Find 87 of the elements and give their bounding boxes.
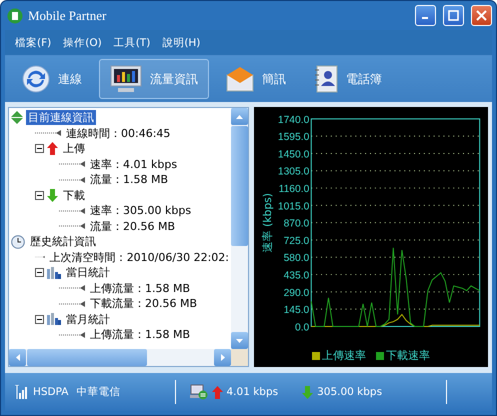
clock-icon (11, 234, 25, 249)
connector-icon (35, 254, 45, 260)
right-caret-icon (220, 354, 224, 361)
toolbar-tab[interactable]: 簡訊 (215, 59, 297, 99)
collapse-icon[interactable] (35, 314, 44, 324)
connector-icon (59, 208, 85, 214)
tree-item[interactable]: 目前連線資訊 (26, 110, 96, 126)
contact-book-icon (314, 65, 338, 93)
axis-tick-label: 0.0 (295, 322, 310, 334)
axis-tick-label: 1740.0 (278, 114, 310, 126)
tree-item[interactable]: 下載 (61, 188, 87, 203)
axis-tick-label: 725.0 (284, 236, 310, 247)
up-arrow-icon (212, 386, 222, 398)
axis-tick-label: 435.0 (284, 270, 310, 282)
scrollbar-thumb[interactable] (27, 349, 147, 366)
tree-item[interactable]: 上傳流量：1.58 MB (88, 327, 192, 342)
up-caret-icon (236, 114, 243, 118)
axis-tick-label: 1450.0 (278, 149, 310, 160)
close-icon (476, 10, 487, 21)
diamond-arrows-icon (11, 111, 23, 124)
app-logo-icon (7, 8, 23, 24)
tree-item[interactable]: 歷史統計資訊 (28, 234, 98, 250)
minimize-button[interactable] (415, 5, 436, 26)
scroll-right-button[interactable] (214, 349, 231, 366)
tree-item[interactable]: 上次清空時間：2010/06/30 22:02: (48, 250, 231, 265)
scrollbar-corner (231, 349, 248, 366)
down-arrow-icon (302, 386, 314, 398)
carrier-name: 中華電信 (76, 385, 120, 399)
network-type: HSDPA (33, 386, 68, 398)
axis-tick-label: 1305.0 (278, 166, 310, 178)
axis-tick-label: 1160.0 (278, 184, 310, 195)
toolbar-tab[interactable]: 連線 (11, 59, 93, 99)
collapse-icon[interactable] (35, 190, 44, 200)
connector-icon (59, 300, 85, 307)
axis-tick-label: 870.0 (284, 218, 310, 230)
axis-tick-label: 290.0 (284, 288, 310, 299)
bar-chart-icon (47, 266, 61, 279)
connector-icon (59, 176, 85, 183)
tree-item[interactable]: 下載流量：20.56 MB (88, 296, 200, 312)
menu-item[interactable]: 檔案(F) (15, 36, 52, 50)
scroll-down-button[interactable] (231, 332, 248, 349)
menu-item[interactable]: 說明(H) (162, 36, 200, 50)
down-caret-icon (236, 338, 243, 342)
collapse-icon[interactable] (35, 144, 44, 154)
menu-item[interactable]: 操作(O) (63, 36, 102, 50)
tree-item[interactable]: 流量：20.56 MB (88, 218, 178, 234)
connector-icon (59, 161, 85, 168)
connector-icon (59, 332, 85, 338)
connector-icon (59, 285, 85, 292)
scroll-up-button[interactable] (231, 108, 248, 125)
legend-label: 下載速率 (386, 348, 430, 363)
tree-item[interactable]: 當月統計 (64, 312, 112, 327)
refresh-icon (22, 65, 50, 93)
signal-strength-icon (15, 385, 29, 399)
upload-speed: 4.01 kbps (226, 386, 278, 398)
scroll-left-button[interactable] (9, 349, 26, 366)
collapse-icon[interactable] (35, 268, 44, 278)
tree-item[interactable]: 上傳流量：1.58 MB (88, 280, 192, 296)
maximize-button[interactable] (443, 5, 464, 26)
connector-icon (59, 223, 85, 230)
toolbar-tab[interactable]: 電話簿 (303, 59, 393, 99)
up-arrow-icon (47, 142, 58, 156)
scrollbar-thumb[interactable] (231, 126, 248, 246)
envelope-icon (226, 66, 254, 92)
bar-chart-icon (47, 313, 61, 326)
down-arrow-icon (47, 188, 58, 202)
tree-item[interactable]: 當日統計 (64, 265, 112, 280)
tree-item[interactable]: 速率：4.01 kbps (88, 156, 180, 172)
window-title: Mobile Partner (28, 8, 108, 24)
axis-tick-label: 580.0 (284, 253, 310, 264)
left-caret-icon (16, 354, 20, 361)
monitor-chart-icon (110, 65, 142, 93)
tree-item[interactable]: 連線時間：00:46:45 (64, 126, 172, 141)
axis-tick-label: 145.0 (284, 305, 310, 316)
menu-item[interactable]: 工具(T) (114, 36, 150, 50)
computer-icon (190, 384, 208, 400)
download-speed: 305.00 kbps (317, 386, 382, 398)
axis-tick-label: 1015.0 (278, 201, 310, 212)
axis-title: 速率 (kbps) (261, 193, 274, 252)
tree-item[interactable]: 流量：1.58 MB (88, 172, 170, 188)
tree-item[interactable]: 速率：305.00 kbps (88, 203, 194, 218)
maximize-icon (448, 10, 459, 21)
connector-icon (35, 130, 61, 136)
tree-item[interactable]: 上傳 (61, 141, 87, 156)
close-button[interactable] (471, 5, 492, 26)
legend-label: 上傳速率 (322, 348, 366, 363)
axis-tick-label: 1595.0 (278, 132, 310, 144)
